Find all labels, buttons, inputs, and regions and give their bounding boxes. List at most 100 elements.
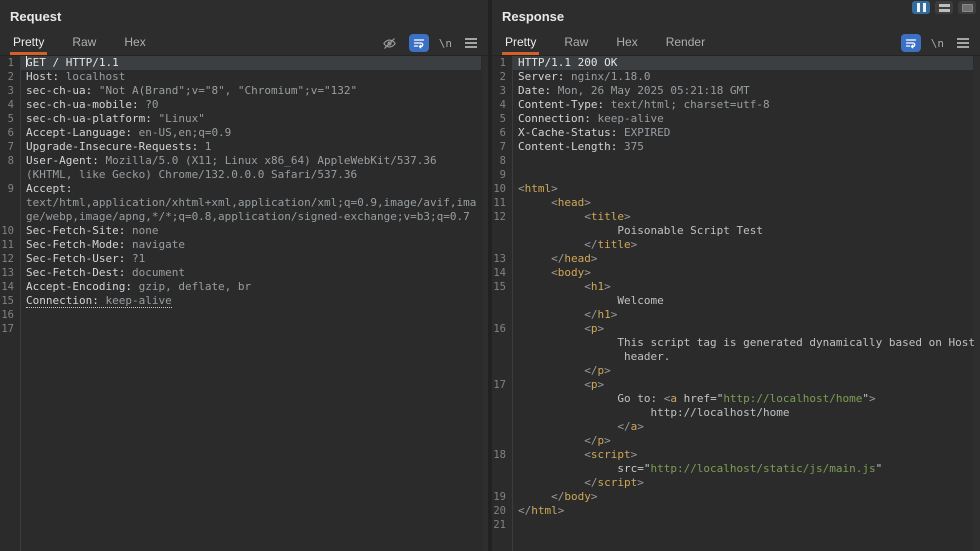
code-text[interactable]: </p> bbox=[512, 434, 973, 448]
code-text[interactable]: Date: Mon, 26 May 2025 05:21:18 GMT bbox=[512, 84, 973, 98]
code-line-10[interactable]: 10<html> bbox=[492, 182, 980, 196]
code-line-8[interactable]: 8 bbox=[492, 154, 980, 168]
code-line-15[interactable]: 15Connection: keep-alive bbox=[0, 294, 488, 308]
code-line-9[interactable]: 9Accept: bbox=[0, 182, 488, 196]
code-line[interactable]: header. bbox=[492, 350, 980, 364]
code-line[interactable]: Welcome bbox=[492, 294, 980, 308]
request-tab-pretty[interactable]: Pretty bbox=[10, 30, 47, 55]
code-line-2[interactable]: 2Host: localhost bbox=[0, 70, 488, 84]
response-tab-pretty[interactable]: Pretty bbox=[502, 30, 539, 55]
code-text[interactable]: (KHTML, like Gecko) Chrome/132.0.0.0 Saf… bbox=[20, 168, 481, 182]
code-line-14[interactable]: 14 <body> bbox=[492, 266, 980, 280]
single-pane-layout-button[interactable] bbox=[958, 1, 976, 14]
code-line-8[interactable]: 8User-Agent: Mozilla/5.0 (X11; Linux x86… bbox=[0, 154, 488, 168]
code-text[interactable]: Sec-Fetch-User: ?1 bbox=[20, 252, 481, 266]
menu-icon[interactable] bbox=[954, 34, 972, 52]
code-text[interactable]: <html> bbox=[512, 182, 973, 196]
code-text[interactable]: Accept-Language: en-US,en;q=0.9 bbox=[20, 126, 481, 140]
code-line[interactable]: </p> bbox=[492, 434, 980, 448]
code-line-5[interactable]: 5sec-ch-ua-platform: "Linux" bbox=[0, 112, 488, 126]
code-text[interactable]: X-Cache-Status: EXPIRED bbox=[512, 126, 973, 140]
newline-toggle[interactable]: \n bbox=[931, 37, 944, 50]
code-line-3[interactable]: 3sec-ch-ua: "Not A(Brand";v="8", "Chromi… bbox=[0, 84, 488, 98]
code-text[interactable]: src="http://localhost/static/js/main.js" bbox=[512, 462, 973, 476]
code-text[interactable]: sec-ch-ua-platform: "Linux" bbox=[20, 112, 481, 126]
code-line-5[interactable]: 5Connection: keep-alive bbox=[492, 112, 980, 126]
request-tab-hex[interactable]: Hex bbox=[121, 30, 148, 55]
request-editor[interactable]: 1GET / HTTP/1.12Host: localhost3sec-ch-u… bbox=[0, 56, 488, 551]
newline-toggle[interactable]: \n bbox=[439, 37, 452, 50]
code-text[interactable] bbox=[512, 518, 973, 532]
code-line-12[interactable]: 12Sec-Fetch-User: ?1 bbox=[0, 252, 488, 266]
code-line-18[interactable]: 18 <script> bbox=[492, 448, 980, 462]
code-text[interactable]: This script tag is generated dynamically… bbox=[512, 336, 975, 350]
code-text[interactable] bbox=[512, 168, 973, 182]
request-scrollbar[interactable] bbox=[482, 56, 488, 551]
code-line-15[interactable]: 15 <h1> bbox=[492, 280, 980, 294]
code-text[interactable]: http://localhost/home bbox=[512, 406, 973, 420]
code-text[interactable]: </html> bbox=[512, 504, 973, 518]
response-editor[interactable]: 1HTTP/1.1 200 OK2Server: nginx/1.18.03Da… bbox=[492, 56, 980, 551]
code-line-14[interactable]: 14Accept-Encoding: gzip, deflate, br bbox=[0, 280, 488, 294]
rows-layout-button[interactable] bbox=[935, 1, 953, 14]
code-line[interactable]: </title> bbox=[492, 238, 980, 252]
eye-off-icon[interactable] bbox=[381, 34, 399, 52]
code-line-7[interactable]: 7Upgrade-Insecure-Requests: 1 bbox=[0, 140, 488, 154]
code-line-1[interactable]: 1GET / HTTP/1.1 bbox=[0, 56, 488, 70]
code-line-10[interactable]: 10Sec-Fetch-Site: none bbox=[0, 224, 488, 238]
code-line-7[interactable]: 7Content-Length: 375 bbox=[492, 140, 980, 154]
code-text[interactable]: <body> bbox=[512, 266, 973, 280]
code-line[interactable]: </p> bbox=[492, 364, 980, 378]
code-text[interactable]: HTTP/1.1 200 OK bbox=[512, 56, 973, 70]
code-line-13[interactable]: 13 </head> bbox=[492, 252, 980, 266]
code-line-21[interactable]: 21 bbox=[492, 518, 980, 532]
code-text[interactable]: text/html,application/xhtml+xml,applicat… bbox=[20, 196, 481, 210]
code-text[interactable]: Poisonable Script Test bbox=[512, 224, 973, 238]
code-text[interactable]: sec-ch-ua-mobile: ?0 bbox=[20, 98, 481, 112]
code-line-6[interactable]: 6Accept-Language: en-US,en;q=0.9 bbox=[0, 126, 488, 140]
code-line[interactable]: src="http://localhost/static/js/main.js" bbox=[492, 462, 980, 476]
word-wrap-button[interactable] bbox=[409, 34, 429, 52]
code-text[interactable]: Connection: keep-alive bbox=[20, 294, 481, 308]
code-line-9[interactable]: 9 bbox=[492, 168, 980, 182]
code-text[interactable]: </h1> bbox=[512, 308, 973, 322]
code-text[interactable] bbox=[20, 322, 481, 336]
code-line-16[interactable]: 16 bbox=[0, 308, 488, 322]
code-text[interactable]: <head> bbox=[512, 196, 973, 210]
code-text[interactable]: User-Agent: Mozilla/5.0 (X11; Linux x86_… bbox=[20, 154, 481, 168]
code-line-16[interactable]: 16 <p> bbox=[492, 322, 980, 336]
code-line[interactable]: ge/webp,image/apng,*/*;q=0.8,application… bbox=[0, 210, 488, 224]
code-text[interactable] bbox=[512, 154, 973, 168]
code-line[interactable]: </h1> bbox=[492, 308, 980, 322]
code-text[interactable]: Upgrade-Insecure-Requests: 1 bbox=[20, 140, 481, 154]
code-line-1[interactable]: 1HTTP/1.1 200 OK bbox=[492, 56, 980, 70]
code-text[interactable]: header. bbox=[512, 350, 973, 364]
code-text[interactable]: </script> bbox=[512, 476, 973, 490]
code-text[interactable]: <h1> bbox=[512, 280, 973, 294]
code-text[interactable]: GET / HTTP/1.1 bbox=[20, 56, 481, 70]
code-text[interactable]: <p> bbox=[512, 378, 973, 392]
code-line[interactable]: Go to: <a href="http://localhost/home"> bbox=[492, 392, 980, 406]
code-text[interactable]: </title> bbox=[512, 238, 973, 252]
code-text[interactable]: Content-Length: 375 bbox=[512, 140, 973, 154]
columns-layout-button[interactable] bbox=[912, 1, 930, 14]
code-text[interactable]: Accept-Encoding: gzip, deflate, br bbox=[20, 280, 481, 294]
code-line[interactable]: </a> bbox=[492, 420, 980, 434]
request-tab-raw[interactable]: Raw bbox=[69, 30, 99, 55]
code-line-4[interactable]: 4sec-ch-ua-mobile: ?0 bbox=[0, 98, 488, 112]
code-text[interactable]: Welcome bbox=[512, 294, 973, 308]
code-text[interactable]: ge/webp,image/apng,*/*;q=0.8,application… bbox=[20, 210, 481, 224]
code-line[interactable]: This script tag is generated dynamically… bbox=[492, 336, 980, 350]
code-line-3[interactable]: 3Date: Mon, 26 May 2025 05:21:18 GMT bbox=[492, 84, 980, 98]
code-line-17[interactable]: 17 <p> bbox=[492, 378, 980, 392]
code-line[interactable]: (KHTML, like Gecko) Chrome/132.0.0.0 Saf… bbox=[0, 168, 488, 182]
code-text[interactable] bbox=[20, 308, 481, 322]
code-line-6[interactable]: 6X-Cache-Status: EXPIRED bbox=[492, 126, 980, 140]
code-text[interactable]: <p> bbox=[512, 322, 973, 336]
word-wrap-button[interactable] bbox=[901, 34, 921, 52]
code-line-20[interactable]: 20</html> bbox=[492, 504, 980, 518]
code-text[interactable]: Accept: bbox=[20, 182, 481, 196]
code-text[interactable]: Sec-Fetch-Mode: navigate bbox=[20, 238, 481, 252]
code-line[interactable]: text/html,application/xhtml+xml,applicat… bbox=[0, 196, 488, 210]
response-tab-raw[interactable]: Raw bbox=[561, 30, 591, 55]
